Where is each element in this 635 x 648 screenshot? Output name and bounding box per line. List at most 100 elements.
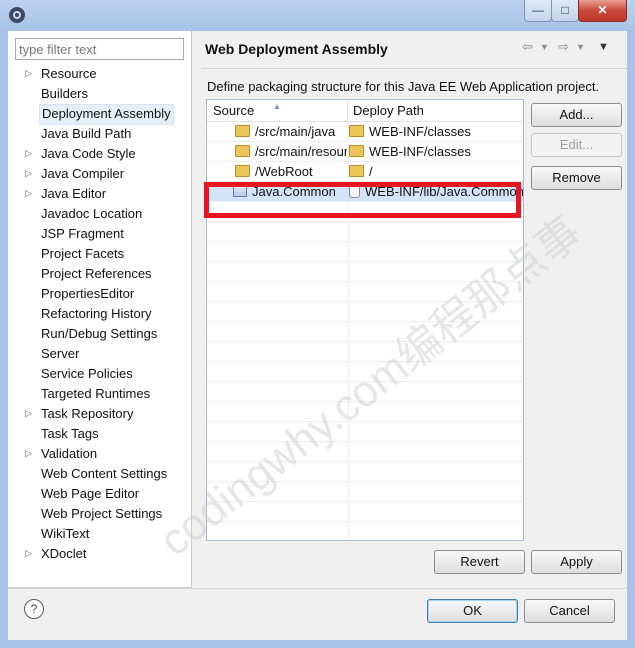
tree-item[interactable]: Validation <box>39 444 99 463</box>
remove-button[interactable]: Remove <box>531 166 622 190</box>
table-header: Source ▲ Deploy Path <box>207 100 523 122</box>
column-header-source-label: Source <box>213 103 255 118</box>
project-icon <box>233 183 247 197</box>
folder-icon <box>349 145 364 157</box>
help-icon[interactable]: ? <box>24 599 44 619</box>
table-row[interactable]: /src/main/resources WEB-INF/classes <box>207 142 523 162</box>
tree-item[interactable]: Builders <box>39 84 90 103</box>
empty-table-row <box>207 342 523 362</box>
close-button[interactable]: ✕ <box>578 0 627 22</box>
tree-item[interactable]: Java Editor <box>39 184 108 203</box>
empty-table-row <box>207 402 523 422</box>
tree-item[interactable]: Run/Debug Settings <box>39 324 159 343</box>
deploy-path-cell: WEB-INF/classes <box>349 142 523 161</box>
expand-arrow-icon[interactable]: ▷ <box>25 404 34 423</box>
folder-icon <box>235 125 250 137</box>
tree-item[interactable]: Web Page Editor <box>39 484 141 503</box>
empty-table-row <box>207 322 523 342</box>
source-label: /src/main/resources <box>255 144 347 159</box>
tree-item[interactable]: Deployment Assembly <box>39 104 174 125</box>
source-label: Java.Common <box>252 184 336 199</box>
forward-arrow-icon[interactable]: ⇨ <box>558 39 569 55</box>
tree-item[interactable]: Refactoring History <box>39 304 154 323</box>
dialog-client-area: ▷ResourceBuildersDeployment AssemblyJava… <box>8 31 627 640</box>
tree-item[interactable]: Javadoc Location <box>39 204 144 223</box>
tree-item[interactable]: Java Compiler <box>39 164 126 183</box>
deploy-path-label: WEB-INF/classes <box>369 124 471 139</box>
ok-button[interactable]: OK <box>427 599 518 623</box>
add-button[interactable]: Add... <box>531 103 622 127</box>
expand-arrow-icon[interactable]: ▷ <box>25 64 34 83</box>
table-row[interactable]: /WebRoot / <box>207 162 523 182</box>
empty-table-row <box>207 382 523 402</box>
empty-table-row <box>207 482 523 502</box>
column-header-source[interactable]: Source ▲ <box>207 100 348 121</box>
empty-table-row <box>207 302 523 322</box>
tree-item[interactable]: Project References <box>39 264 154 283</box>
table-row[interactable]: /src/main/java WEB-INF/classes <box>207 122 523 142</box>
column-header-deploy-path[interactable]: Deploy Path <box>347 100 523 121</box>
tree-item[interactable]: Project Facets <box>39 244 126 263</box>
apply-button[interactable]: Apply <box>531 550 622 574</box>
expand-arrow-icon[interactable]: ▷ <box>25 444 34 463</box>
source-cell: Java.Common <box>213 182 347 201</box>
tree-item[interactable]: Java Code Style <box>39 144 138 163</box>
empty-table-row <box>207 262 523 282</box>
folder-icon <box>349 165 364 177</box>
app-gear-icon <box>9 7 25 23</box>
empty-table-row <box>207 362 523 382</box>
deploy-path-label: / <box>369 164 373 179</box>
expand-arrow-icon[interactable]: ▷ <box>25 544 34 563</box>
tree-item[interactable]: Service Policies <box>39 364 135 383</box>
cancel-button[interactable]: Cancel <box>524 599 615 623</box>
title-bar: — □ ✕ <box>0 0 635 32</box>
minimize-button[interactable]: — <box>524 0 552 22</box>
empty-table-row <box>207 442 523 462</box>
folder-icon <box>349 125 364 137</box>
tree-item[interactable]: WikiText <box>39 524 91 543</box>
revert-button[interactable]: Revert <box>434 550 525 574</box>
tree-item[interactable]: JSP Fragment <box>39 224 126 243</box>
tree-item[interactable]: PropertiesEditor <box>39 284 136 303</box>
tree-item[interactable]: XDoclet <box>39 544 89 563</box>
tree-item[interactable]: Targeted Runtimes <box>39 384 152 403</box>
source-cell: /WebRoot <box>213 162 347 181</box>
expand-arrow-icon[interactable]: ▷ <box>25 164 34 183</box>
assembly-table: Source ▲ Deploy Path /src/main/java WEB-I… <box>206 99 524 541</box>
empty-table-row <box>207 202 523 222</box>
sort-ascending-icon: ▲ <box>273 102 281 111</box>
edit-button[interactable]: Edit... <box>531 133 622 157</box>
view-menu-icon[interactable]: ▼ <box>598 41 609 53</box>
deploy-path-label: WEB-INF/lib/Java.Common.jar <box>365 184 523 199</box>
table-row[interactable]: Java.Common WEB-INF/lib/Java.Common.jar <box>207 182 523 202</box>
deploy-path-cell: WEB-INF/lib/Java.Common.jar <box>349 182 523 201</box>
deploy-path-label: WEB-INF/classes <box>369 144 471 159</box>
tree-item[interactable]: Web Content Settings <box>39 464 169 483</box>
filter-input[interactable] <box>15 38 184 60</box>
title-separator <box>201 68 627 69</box>
properties-nav-panel: ▷ResourceBuildersDeployment AssemblyJava… <box>8 31 192 588</box>
source-cell: /src/main/java <box>213 122 347 141</box>
tree-item[interactable]: Web Project Settings <box>39 504 164 523</box>
deploy-path-cell: / <box>349 162 523 181</box>
empty-table-row <box>207 282 523 302</box>
source-label: /WebRoot <box>255 164 313 179</box>
folder-icon <box>235 165 250 177</box>
back-dropdown-icon[interactable]: ▼ <box>540 42 549 52</box>
tree-item[interactable]: Task Tags <box>39 424 101 443</box>
expand-arrow-icon[interactable]: ▷ <box>25 144 34 163</box>
source-label: /src/main/java <box>255 124 336 139</box>
tree-item[interactable]: Java Build Path <box>39 124 133 143</box>
empty-table-row <box>207 502 523 522</box>
forward-dropdown-icon[interactable]: ▼ <box>576 42 585 52</box>
deploy-path-cell: WEB-INF/classes <box>349 122 523 141</box>
tree-item[interactable]: Resource <box>39 64 99 83</box>
tree-item[interactable]: Server <box>39 344 81 363</box>
expand-arrow-icon[interactable]: ▷ <box>25 184 34 203</box>
tree-item[interactable]: Task Repository <box>39 404 135 423</box>
page-description: Define packaging structure for this Java… <box>207 79 600 94</box>
maximize-button[interactable]: □ <box>551 0 579 22</box>
jar-icon <box>349 184 360 198</box>
folder-icon <box>235 145 250 157</box>
back-arrow-icon[interactable]: ⇦ <box>522 39 533 55</box>
